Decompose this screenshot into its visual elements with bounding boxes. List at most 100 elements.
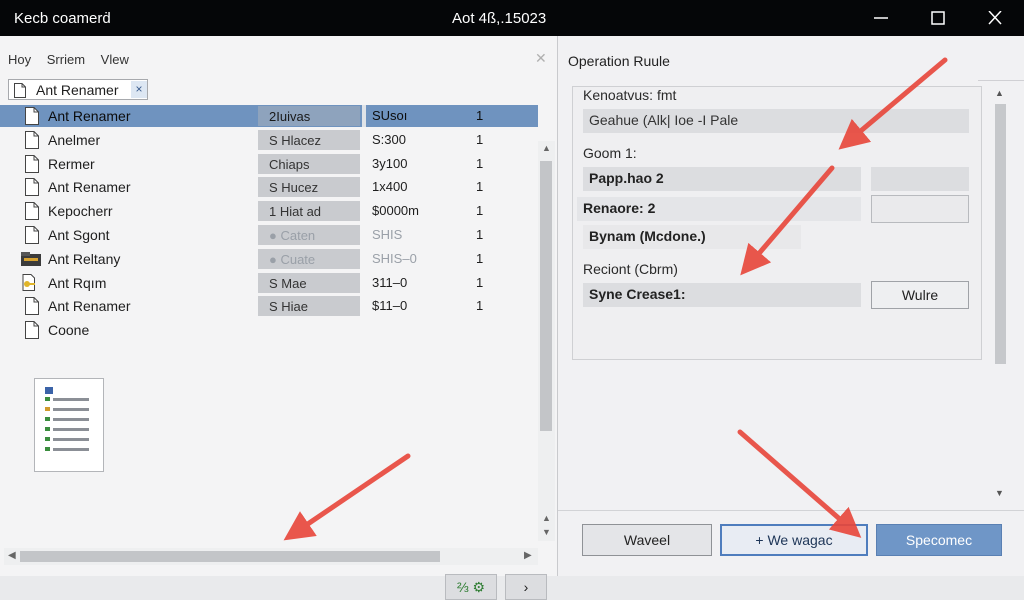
file-row[interactable]: Rermer Chiaps 3y100 1	[0, 153, 538, 175]
file-list-vertical-scrollbar[interactable]: ▲ ▲ ▼	[538, 141, 555, 541]
file-name: Ant Reltany	[48, 250, 121, 267]
file-list-horizontal-scrollbar[interactable]: ◀ ▶	[4, 548, 538, 565]
maximize-button[interactable]	[911, 0, 965, 36]
file-row[interactable]: Anelmer S Hlacez S:300 1	[0, 129, 538, 151]
scroll-down-icon[interactable]: ▼	[995, 488, 1004, 498]
file-count: 1	[476, 155, 484, 171]
scroll-up-icon[interactable]: ▲	[995, 88, 1004, 98]
file-row[interactable]: Ant Reltany ● Cuate SHIS–0 1	[0, 248, 538, 270]
maximize-icon	[931, 11, 945, 25]
pattern-option-box[interactable]	[871, 167, 969, 191]
file-size: SHIS	[372, 227, 403, 242]
close-window-button[interactable]	[968, 0, 1022, 36]
file-name: Rermer	[48, 155, 95, 172]
document-icon	[14, 83, 26, 98]
file-count: 1	[476, 108, 484, 123]
document-icon	[24, 178, 40, 199]
refresh-settings-icon: ⅔ ⚙	[456, 579, 486, 595]
file-size: $0000m	[372, 203, 419, 219]
file-count: 1	[476, 298, 484, 314]
scroll-thumb[interactable]	[20, 551, 440, 562]
file-size: 1x400	[372, 179, 408, 195]
file-count: 1	[476, 179, 484, 195]
rule-label-recent: Reciont (Cbrm)	[583, 261, 678, 277]
next-page-button[interactable]: ›	[505, 574, 547, 600]
cancel-button[interactable]: Waveel	[582, 524, 712, 556]
file-name: Ant Renamer	[48, 179, 131, 196]
minimize-icon	[874, 17, 888, 19]
app-title: Kecb coamerḋ	[14, 10, 111, 27]
document-title: Aot 4ß,.15023	[452, 10, 547, 27]
operation-rule-panel: Operation Ruule Kenoatvus: fmt Geahue (A…	[558, 36, 1024, 576]
file-tag: S Hucez	[258, 177, 360, 198]
file-size: 3y100	[372, 155, 408, 171]
sync-crease-field[interactable]: Syne Crease1:	[583, 283, 861, 307]
file-size: S:300	[372, 131, 406, 147]
file-row[interactable]: Ant Renamer S Hiae $11–0 1	[0, 295, 538, 317]
chevron-right-icon: ›	[523, 579, 529, 595]
rule-panel-vertical-scrollbar[interactable]: ▲ ▼	[992, 86, 1008, 500]
rule-label-group: Goom 1:	[583, 145, 637, 161]
dynamic-name-text: Bynam (Mcdone.)	[589, 228, 706, 244]
scroll-thumb[interactable]	[995, 104, 1006, 364]
scroll-up-icon[interactable]: ▲	[542, 143, 551, 153]
file-size: 311–0	[372, 274, 408, 290]
file-row[interactable]: Ant Renamer 2Iuivas SUsoı 1	[0, 105, 538, 127]
file-list: Ant Renamer 2Iuivas SUsoı 1 Anelmer S Hlacez S…	[0, 102, 538, 402]
file-count: 1	[476, 227, 484, 242]
document-icon	[24, 202, 40, 223]
scroll-left-icon[interactable]: ◀	[8, 550, 16, 561]
document-icon	[24, 107, 40, 128]
title-bar: Kecb coamerḋ Aot 4ß,.15023	[0, 0, 1024, 36]
pattern-field[interactable]: Papp.hao 2	[583, 167, 861, 191]
write-button[interactable]: Wulre	[871, 281, 969, 309]
file-row[interactable]: Ant Sgont ● Caten SHIS 1	[0, 224, 538, 246]
file-tag: S Mae	[258, 272, 360, 293]
document-preview-icon	[34, 378, 104, 472]
close-icon	[988, 11, 1002, 25]
minimize-button[interactable]	[854, 0, 908, 36]
file-name: Kepocherr	[48, 203, 113, 220]
start-rename-button[interactable]: Specomec	[876, 524, 1002, 556]
file-row[interactable]: Kepocherr 1 Hiat ad $0000m 1	[0, 200, 538, 222]
file-name: Ant Sgont	[48, 227, 110, 243]
panel-close-icon[interactable]: ✕	[535, 50, 547, 67]
document-icon	[24, 226, 40, 247]
file-name: Ant Renamer	[48, 298, 131, 315]
file-tag: ● Cuate	[258, 248, 360, 269]
file-tag: Chiaps	[258, 153, 360, 174]
file-size: SHIS–0	[372, 250, 417, 266]
file-row[interactable]: Ant Renamer S Hucez 1x400 1	[0, 176, 538, 198]
rule-label-format: Kenoatvus: fmt	[583, 87, 677, 103]
dynamic-name-field[interactable]: Bynam (Mcdone.)	[583, 225, 801, 249]
scroll-thumb[interactable]	[540, 161, 552, 431]
scroll-up-icon[interactable]: ▲	[542, 513, 551, 523]
tab-ant-renamer[interactable]: Ant Renamer ×	[8, 79, 148, 100]
rename-option-box[interactable]	[871, 195, 969, 223]
rename-field[interactable]: Renaore: 2	[577, 197, 861, 221]
file-name: Coone	[48, 322, 90, 339]
tab-close-icon[interactable]: ×	[131, 81, 147, 98]
file-tag: ● Caten	[258, 225, 360, 245]
menu-item-view[interactable]: Vlew	[101, 52, 129, 67]
rule-settings-group: Kenoatvus: fmt Geahue (Alk| Ioe -I Pale …	[572, 86, 982, 360]
file-row[interactable]: Coone	[0, 319, 538, 341]
menu-bar: Hoy Srriem Vlew	[8, 52, 141, 70]
file-tag: S Hiae	[258, 296, 360, 317]
file-row[interactable]: Ant Rqım S Mae 311–0 1	[0, 272, 538, 294]
scroll-down-icon[interactable]: ▼	[542, 527, 551, 537]
document-icon	[24, 130, 40, 152]
scroll-right-icon[interactable]: ▶	[524, 550, 532, 561]
add-rule-button[interactable]: + We wagac	[720, 524, 868, 556]
file-name: Ant Rqım	[48, 274, 107, 291]
file-count: 1	[476, 250, 484, 266]
column-divider	[362, 105, 366, 127]
document-icon	[24, 297, 40, 318]
menu-item-screen[interactable]: Srriem	[47, 52, 85, 67]
document-icon	[24, 321, 40, 342]
refresh-settings-button[interactable]: ⅔ ⚙	[445, 574, 497, 600]
menu-item-file[interactable]: Hoy	[8, 52, 31, 67]
file-name: Anelmer	[48, 131, 101, 148]
format-field[interactable]: Geahue (Alk| Ioe -I Pale	[583, 109, 969, 133]
panel-title: Operation Ruule	[568, 53, 670, 69]
